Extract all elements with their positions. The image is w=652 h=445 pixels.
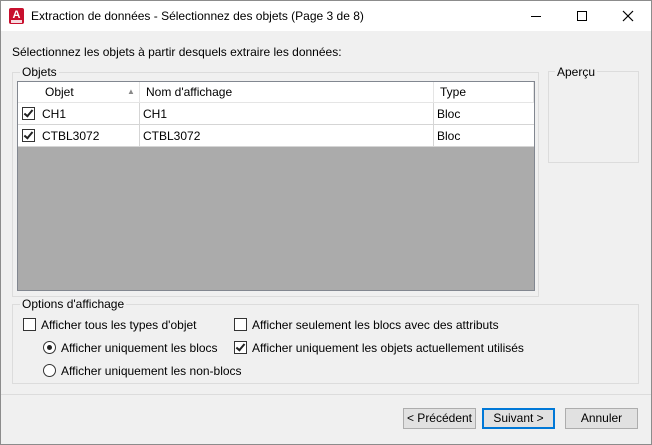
- checkmark-icon: [23, 129, 34, 140]
- cell-type: Bloc: [437, 129, 461, 143]
- column-header-type[interactable]: Type: [434, 82, 534, 103]
- window-title: Extraction de données - Sélectionnez des…: [31, 9, 364, 23]
- column-header-nom-affichage[interactable]: Nom d'affichage: [140, 82, 434, 103]
- radio-selected-icon: [43, 341, 56, 354]
- checkbox-box: [234, 341, 247, 354]
- checkbox-box: [234, 318, 247, 331]
- cell-nom-affichage: CH1: [140, 103, 434, 125]
- close-button[interactable]: [605, 1, 651, 31]
- radio-unselected-icon: [43, 364, 56, 377]
- checkmark-icon: [235, 341, 246, 352]
- cell-nom-affichage: CTBL3072: [140, 125, 434, 147]
- next-button[interactable]: Suivant >: [482, 408, 555, 429]
- maximize-button[interactable]: [559, 1, 605, 31]
- checkmark-icon: [23, 107, 34, 118]
- minimize-icon: [531, 15, 541, 17]
- dialog-window: A Extraction de données - Sélectionnez d…: [0, 0, 652, 445]
- table-row[interactable]: CH1 CH1 Bloc: [18, 103, 534, 125]
- objects-list[interactable]: Objet ▲ Nom d'affichage Type CH1 CH1 Blo…: [17, 81, 535, 291]
- display-options-label: Options d'affichage: [20, 297, 127, 311]
- in-use-only-label: Afficher uniquement les objets actuellem…: [252, 341, 524, 355]
- preview-groupbox: [548, 71, 639, 163]
- autocad-app-icon: A: [9, 8, 24, 24]
- blocks-with-attributes-label: Afficher seulement les blocs avec des at…: [252, 318, 499, 332]
- cell-objet: CH1: [39, 103, 140, 125]
- previous-button[interactable]: < Précédent: [403, 408, 476, 429]
- footer-separator: [1, 394, 651, 395]
- preview-group-label: Aperçu: [555, 65, 598, 79]
- maximize-icon: [577, 11, 587, 21]
- cell-objet: CTBL3072: [39, 125, 140, 147]
- row-checkbox[interactable]: [22, 107, 35, 120]
- minimize-button[interactable]: [513, 1, 559, 31]
- cell-type: Bloc: [437, 107, 461, 121]
- show-all-types-label: Afficher tous les types d'objet: [41, 318, 197, 332]
- sort-ascending-icon: ▲: [127, 87, 135, 96]
- non-blocks-only-label: Afficher uniquement les non-blocs: [61, 364, 242, 378]
- checkbox-box: [23, 318, 36, 331]
- row-checkbox[interactable]: [22, 129, 35, 142]
- cancel-button[interactable]: Annuler: [565, 408, 638, 429]
- column-header-objet[interactable]: Objet: [18, 82, 140, 103]
- title-bar[interactable]: A Extraction de données - Sélectionnez d…: [1, 1, 651, 31]
- instruction-text: Sélectionnez les objets à partir desquel…: [12, 45, 342, 59]
- close-icon: [622, 10, 634, 22]
- list-header: Objet ▲ Nom d'affichage Type: [18, 82, 534, 103]
- blocks-only-label: Afficher uniquement les blocs: [61, 341, 218, 355]
- table-row[interactable]: CTBL3072 CTBL3072 Bloc: [18, 125, 534, 147]
- objects-group-label: Objets: [20, 65, 59, 79]
